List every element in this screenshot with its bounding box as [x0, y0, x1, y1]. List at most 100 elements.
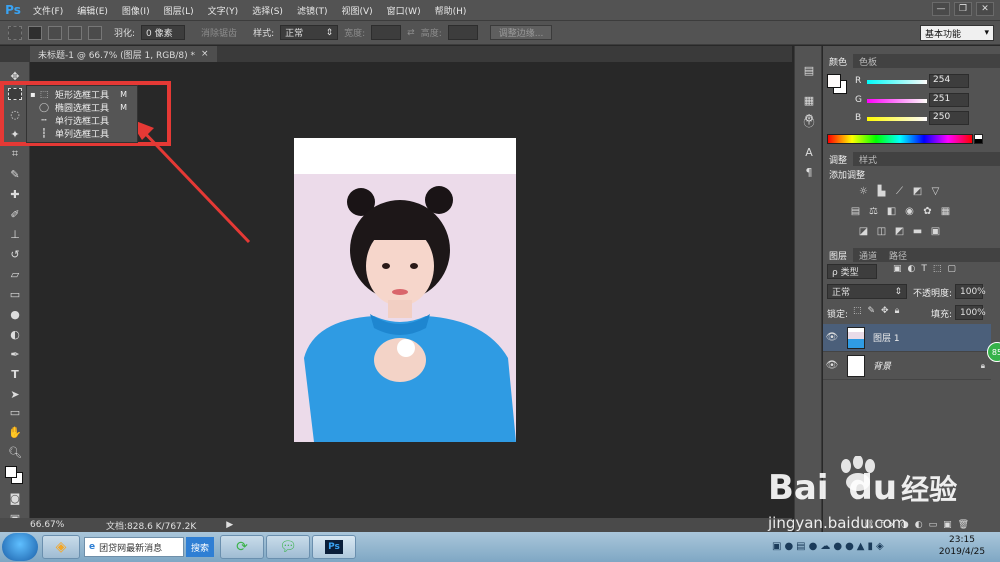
posterize-icon[interactable]: ◫ [875, 226, 888, 237]
tab-close-icon[interactable]: × [201, 49, 209, 59]
exposure-icon[interactable]: ◩ [911, 186, 924, 197]
width-input[interactable] [371, 25, 402, 40]
menu-type[interactable]: 文字(Y) [201, 4, 246, 17]
zoom-level[interactable]: 66.67% [30, 520, 76, 530]
tab-adjustments[interactable]: 调整 [823, 152, 854, 166]
green-value-input[interactable]: 251 [929, 93, 969, 107]
taskbar-app-wechat[interactable]: 💬︎ [266, 535, 310, 559]
lock-icons[interactable]: ⬚✎✥🔒︎ [853, 306, 905, 316]
clone-stamp-tool-icon[interactable]: ⊥ [6, 226, 24, 242]
document-tab[interactable]: 未标题-1 @ 66.7% (图层 1, RGB/8) * × [30, 46, 217, 62]
minimize-button[interactable]: — [932, 2, 950, 16]
magic-wand-tool-icon[interactable]: ✦ [6, 126, 24, 142]
restore-button[interactable]: ❐ [954, 2, 972, 16]
flyout-item-ellipse-marquee[interactable]: ◯ 椭圆选框工具 M [29, 101, 137, 115]
foreground-color-chip[interactable] [827, 74, 841, 88]
tab-layers[interactable]: 图层 [823, 248, 854, 262]
eraser-tool-icon[interactable]: ▱ [6, 266, 24, 282]
blur-tool-icon[interactable]: ● [6, 306, 24, 322]
start-button[interactable] [2, 533, 38, 561]
tab-swatches[interactable]: 色板 [853, 54, 883, 68]
intersect-selection-icon[interactable] [88, 25, 102, 40]
workspace-select[interactable]: 基本功能 ▾ [920, 25, 994, 41]
subtract-selection-icon[interactable] [68, 25, 82, 40]
opacity-input[interactable]: 100% [955, 284, 986, 299]
rectangle-shape-tool-icon[interactable]: ▭ [6, 404, 24, 420]
info-panel-icon[interactable]: ⓘ [800, 114, 818, 130]
black-white-swatch[interactable] [974, 134, 983, 144]
dodge-tool-icon[interactable]: ◐ [6, 326, 24, 342]
menu-view[interactable]: 视图(V) [334, 4, 379, 17]
add-selection-icon[interactable] [48, 25, 62, 40]
menu-edit[interactable]: 编辑(E) [70, 4, 115, 17]
taskbar-app-360[interactable]: ⟳ [220, 535, 264, 559]
menu-filter[interactable]: 滤镜(T) [290, 4, 335, 17]
eyedropper-tool-icon[interactable]: ✎ [6, 166, 24, 182]
pen-tool-icon[interactable]: ✒ [6, 346, 24, 362]
flyout-item-single-column-marquee[interactable]: ┇ 单列选框工具 [29, 127, 137, 141]
menu-file[interactable]: 文件(F) [26, 4, 70, 17]
menu-window[interactable]: 窗口(W) [380, 4, 428, 17]
gradient-map-icon[interactable]: ▬ [911, 226, 924, 237]
quick-mask-icon[interactable]: ◙ [6, 490, 24, 506]
system-tray-icons[interactable]: ▣●▤●☁●●▲▮◈ [772, 541, 887, 552]
fill-input[interactable]: 100% [955, 305, 986, 320]
status-menu-arrow-icon[interactable]: ▶ [226, 520, 233, 530]
history-panel-icon[interactable]: ▤ [800, 62, 818, 78]
selective-color-icon[interactable]: ▣ [929, 226, 942, 237]
foreground-color-swatch[interactable] [5, 466, 17, 478]
zoom-tool-icon[interactable]: 🔍︎ [6, 444, 24, 460]
vibrance-icon[interactable]: ▽ [929, 186, 942, 197]
flyout-item-single-row-marquee[interactable]: ┅ 单行选框工具 [29, 114, 137, 128]
red-value-input[interactable]: 254 [929, 74, 969, 88]
blue-value-input[interactable]: 250 [929, 111, 969, 125]
tab-styles[interactable]: 样式 [853, 152, 883, 166]
taskbar-app-photoshop[interactable]: Ps [312, 535, 356, 559]
style-select[interactable]: 正常 ⇕ [280, 25, 339, 40]
green-slider[interactable] [867, 99, 927, 103]
healing-brush-tool-icon[interactable]: ✚ [6, 186, 24, 202]
black-white-icon[interactable]: ◧ [885, 206, 898, 217]
levels-icon[interactable]: ▙ [875, 186, 888, 197]
refine-edge-button[interactable]: 调整边缘... [489, 25, 553, 40]
color-lookup-icon[interactable]: ▦ [939, 206, 952, 217]
document-canvas[interactable] [294, 138, 516, 442]
type-tool-icon[interactable]: T [6, 366, 24, 382]
flyout-item-rect-marquee[interactable]: ▪ ⬚ 矩形选框工具 M [29, 88, 137, 102]
swap-icon[interactable]: ⇄ [407, 28, 415, 38]
gradient-tool-icon[interactable]: ▭ [6, 286, 24, 302]
blue-slider[interactable] [867, 117, 927, 121]
lasso-tool-icon[interactable]: ◌ [6, 106, 24, 122]
menu-help[interactable]: 帮助(H) [428, 4, 474, 17]
channel-mixer-icon[interactable]: ✿ [921, 206, 934, 217]
threshold-icon[interactable]: ◩ [893, 226, 906, 237]
taskbar-search-button[interactable]: 搜索 [186, 537, 214, 557]
eye-icon[interactable]: 👁︎ [823, 360, 841, 371]
hue-saturation-icon[interactable]: ▤ [849, 206, 862, 217]
layer-filter-select[interactable]: ρ 类型 [827, 264, 877, 279]
taskbar-clock[interactable]: 23:15 2019/4/25 [932, 534, 992, 560]
tab-paths[interactable]: 路径 [883, 248, 913, 262]
menu-select[interactable]: 选择(S) [245, 4, 290, 17]
curves-icon[interactable]: ⟋ [893, 186, 906, 197]
tab-color[interactable]: 颜色 [823, 54, 854, 68]
history-brush-tool-icon[interactable]: ↺ [6, 246, 24, 262]
photo-filter-icon[interactable]: ◉ [903, 206, 916, 217]
tab-channels[interactable]: 通道 [853, 248, 883, 262]
close-button[interactable]: ✕ [976, 2, 994, 16]
height-input[interactable] [447, 25, 478, 40]
color-spectrum-bar[interactable] [827, 134, 973, 144]
blend-mode-select[interactable]: 正常 ⇕ [827, 284, 907, 299]
path-selection-tool-icon[interactable]: ➤ [6, 386, 24, 402]
character-panel-icon[interactable]: A [800, 144, 818, 160]
feather-input[interactable]: 0 像素 [141, 25, 186, 40]
rect-marquee-tool-icon[interactable] [8, 88, 22, 100]
eye-icon[interactable]: 👁︎ [823, 332, 841, 343]
marquee-preset-icon[interactable] [8, 25, 22, 40]
antialias-checkbox[interactable]: 消除锯齿 [201, 26, 237, 39]
hand-tool-icon[interactable]: ✋ [6, 424, 24, 440]
layer-row-layer1[interactable]: 👁︎ 图层 1 [823, 324, 991, 352]
paragraph-panel-icon[interactable]: ¶ [800, 164, 818, 180]
brightness-icon[interactable]: ☼ [857, 186, 870, 197]
menu-image[interactable]: 图像(I) [115, 4, 157, 17]
